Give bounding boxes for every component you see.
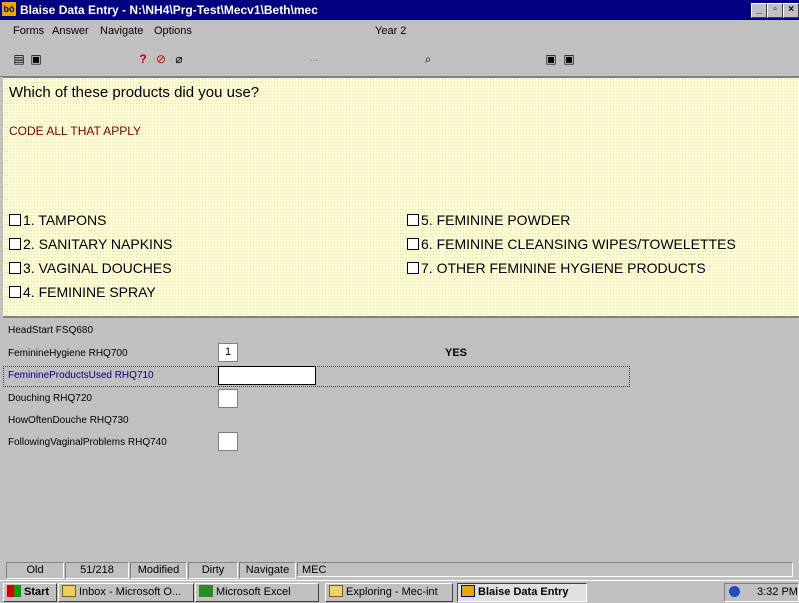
menu-forms[interactable]: Forms xyxy=(13,25,44,37)
option-label: 1. TAMPONS xyxy=(23,212,107,228)
toolbar-separator-dots: ... xyxy=(309,53,319,64)
toolbar xyxy=(0,40,799,77)
checkbox[interactable] xyxy=(9,214,21,226)
taskbar-button-label: Microsoft Excel xyxy=(216,586,291,598)
status-modified: Modified xyxy=(130,562,187,579)
clock[interactable]: 3:32 PM xyxy=(757,584,798,601)
copy-form-icon[interactable]: ▤ xyxy=(12,52,26,66)
system-tray: 3:32 PM xyxy=(724,583,799,602)
taskbar-button-label: Exploring - Mec-int xyxy=(346,586,438,598)
close-button[interactable]: × xyxy=(783,3,799,18)
field-label-following-vaginal-problems: FollowingVaginalProblems RHQ740 xyxy=(8,437,167,448)
excel-icon xyxy=(199,585,213,597)
taskbar-button-label: Blaise Data Entry xyxy=(478,586,569,598)
answer-options-pane: 1. TAMPONS 2. SANITARY NAPKINS 3. VAGINA… xyxy=(3,208,799,318)
option-sanitary-napkins[interactable]: 2. SANITARY NAPKINS xyxy=(9,236,172,252)
field-label-how-often-douche: HowOftenDouche RHQ730 xyxy=(8,415,129,426)
taskbar-button-blaise[interactable]: Blaise Data Entry xyxy=(457,583,587,602)
checkbox[interactable] xyxy=(407,214,419,226)
outlook-icon xyxy=(62,585,76,597)
previous-form-icon[interactable]: ▣ xyxy=(544,52,558,66)
option-label: 3. VAGINAL DOUCHES xyxy=(23,260,172,276)
checkbox[interactable] xyxy=(9,238,21,250)
option-cleansing-wipes[interactable]: 6. FEMININE CLEANSING WIPES/TOWELETTES xyxy=(407,236,736,252)
status-mode: Old xyxy=(6,562,64,579)
option-feminine-spray[interactable]: 4. FEMININE SPRAY xyxy=(9,284,156,300)
field-input-feminine-products-used[interactable] xyxy=(218,366,316,385)
start-button[interactable]: Start xyxy=(3,583,57,602)
field-input-douching[interactable] xyxy=(218,389,238,408)
option-label: 7. OTHER FEMININE HYGIENE PRODUCTS xyxy=(421,260,706,276)
status-block: MEC xyxy=(297,562,793,577)
field-answer-text: YES xyxy=(445,347,468,359)
taskbar-button-label: Inbox - Microsoft O... xyxy=(79,586,182,598)
checkbox[interactable] xyxy=(407,238,419,250)
option-label: 4. FEMININE SPRAY xyxy=(23,284,156,300)
option-feminine-powder[interactable]: 5. FEMININE POWDER xyxy=(407,212,570,228)
field-label-douching: Douching RHQ720 xyxy=(8,393,92,404)
network-tray-icon[interactable] xyxy=(729,586,740,597)
search-icon[interactable]: ⌕ xyxy=(421,52,435,66)
menu-options[interactable]: Options xyxy=(154,25,192,37)
start-label: Start xyxy=(24,586,50,598)
taskbar-button-excel[interactable]: Microsoft Excel xyxy=(195,583,319,602)
question-text: Which of these products did you use? xyxy=(9,84,260,101)
option-other-hygiene-products[interactable]: 7. OTHER FEMININE HYGIENE PRODUCTS xyxy=(407,260,706,276)
form-window-icon[interactable]: ▣ xyxy=(29,52,43,66)
explorer-icon xyxy=(329,585,343,597)
context-year-label: Year 2 xyxy=(375,25,407,37)
window-title: Blaise Data Entry - N:\NH4\Prg-Test\Mecv… xyxy=(20,3,318,17)
menu-navigate[interactable]: Navigate xyxy=(100,25,143,37)
option-label: 2. SANITARY NAPKINS xyxy=(23,236,173,252)
menu-bar: Forms Answer Navigate Options Year 2 xyxy=(0,20,799,39)
field-input-feminine-hygiene[interactable]: 1 xyxy=(218,343,238,362)
option-label: 6. FEMININE CLEANSING WIPES/TOWELETTES xyxy=(421,236,736,252)
attachment-icon[interactable]: ⌀ xyxy=(172,52,186,66)
blaise-app-icon[interactable]: bö xyxy=(2,2,16,16)
taskbar-button-inbox[interactable]: Inbox - Microsoft O... xyxy=(58,583,194,602)
windows-logo-icon xyxy=(7,585,21,597)
blaise-icon xyxy=(461,585,475,597)
taskbar-button-exploring[interactable]: Exploring - Mec-int xyxy=(325,583,453,602)
menu-answer[interactable]: Answer xyxy=(52,25,89,37)
status-navigate: Navigate xyxy=(239,562,296,579)
status-dirty: Dirty xyxy=(188,562,238,579)
stop-icon[interactable]: ⊘ xyxy=(154,52,168,66)
field-label-headstart: HeadStart FSQ680 xyxy=(8,325,94,336)
option-label: 5. FEMININE POWDER xyxy=(421,212,571,228)
field-label-feminine-hygiene: FeminineHygiene RHQ700 xyxy=(8,348,128,359)
field-label-feminine-products-used: FeminineProductsUsed RHQ710 xyxy=(8,370,154,381)
checkbox[interactable] xyxy=(407,262,419,274)
help-icon[interactable]: ? xyxy=(136,52,150,66)
option-tampons[interactable]: 1. TAMPONS xyxy=(9,212,107,228)
question-instruction: CODE ALL THAT APPLY xyxy=(9,124,142,138)
checkbox[interactable] xyxy=(9,262,21,274)
minimize-button[interactable]: _ xyxy=(751,3,767,18)
option-vaginal-douches[interactable]: 3. VAGINAL DOUCHES xyxy=(9,260,172,276)
question-pane: Which of these products did you use? COD… xyxy=(3,76,799,208)
checkbox[interactable] xyxy=(9,286,21,298)
field-input-following-vaginal-problems[interactable] xyxy=(218,432,238,451)
window-title-bar[interactable]: bö Blaise Data Entry - N:\NH4\Prg-Test\M… xyxy=(0,0,799,20)
next-form-icon[interactable]: ▣ xyxy=(562,52,576,66)
restore-button[interactable]: ▫ xyxy=(767,3,783,18)
status-position: 51/218 xyxy=(65,562,129,579)
